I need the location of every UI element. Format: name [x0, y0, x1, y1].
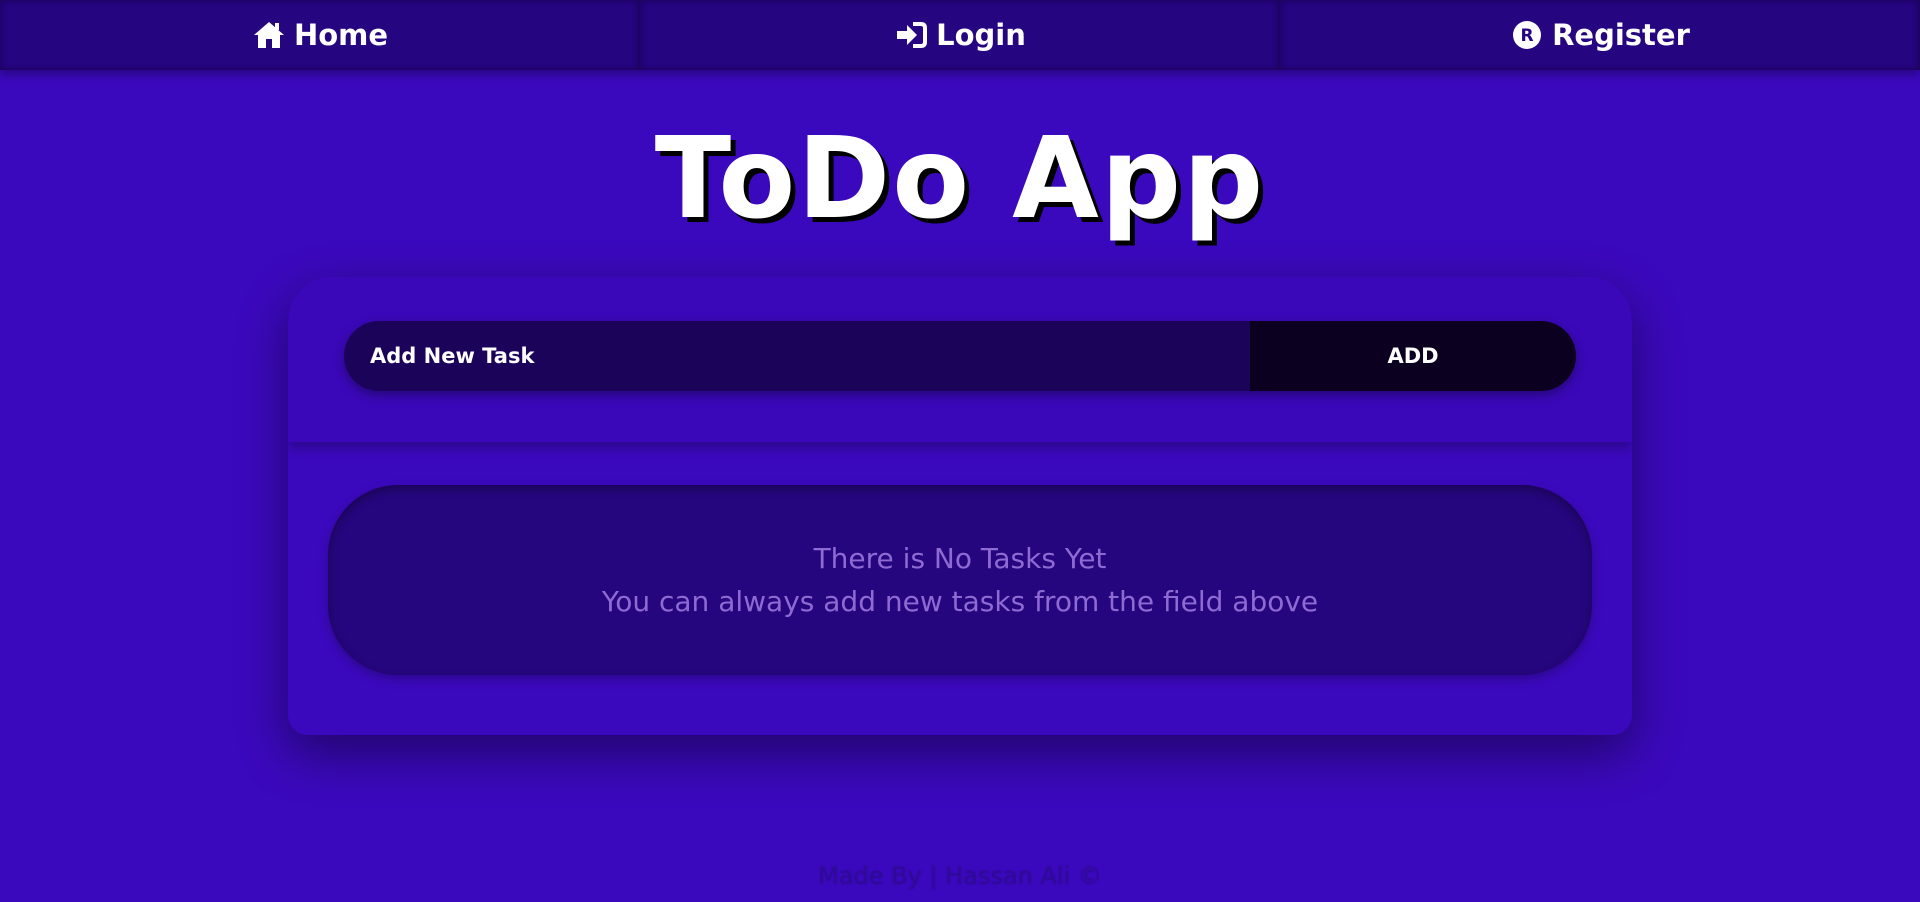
- nav-login-link[interactable]: Login: [640, 0, 1280, 70]
- footer-credit: Made By | Hassan Ali ©: [818, 862, 1102, 890]
- add-task-button[interactable]: ADD: [1250, 321, 1576, 391]
- sign-in-icon: [894, 18, 928, 52]
- nav-login-label: Login: [936, 18, 1026, 52]
- home-icon: [252, 18, 286, 52]
- new-task-input[interactable]: [344, 321, 1250, 391]
- page-title: ToDo App: [654, 114, 1266, 244]
- todo-card: ADD There is No Tasks Yet You can always…: [288, 277, 1632, 735]
- empty-message-title: There is No Tasks Yet: [813, 542, 1107, 575]
- task-form-section: ADD: [288, 277, 1632, 442]
- registered-icon: R: [1510, 18, 1544, 52]
- nav-home-label: Home: [293, 18, 389, 52]
- empty-message-hint: You can always add new tasks from the fi…: [601, 585, 1319, 618]
- top-navbar: Home Login R Register: [0, 0, 1920, 70]
- empty-tasks-message: There is No Tasks Yet You can always add…: [328, 485, 1592, 675]
- nav-register-label: Register: [1552, 18, 1690, 52]
- task-form: ADD: [344, 321, 1576, 391]
- nav-register-link[interactable]: R Register: [1280, 0, 1920, 70]
- nav-home-link[interactable]: Home: [0, 0, 640, 70]
- svg-text:R: R: [1521, 26, 1534, 46]
